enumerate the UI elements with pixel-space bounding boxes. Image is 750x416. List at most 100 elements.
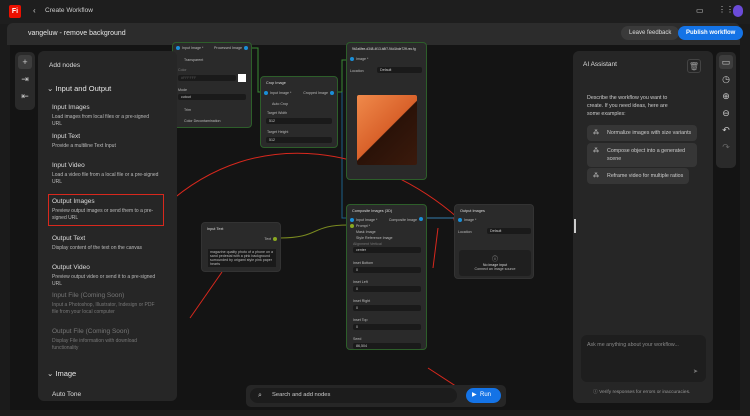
node-title: Input Text [207,227,224,231]
location-select[interactable]: Default [377,67,422,73]
section-label: Image [55,369,77,378]
input-port-label: Input Image * [182,46,204,50]
remove-background-node[interactable]: Input Image * Processed Image Transparen… [172,42,252,128]
trim-radio[interactable]: Trim [184,108,191,112]
avatar[interactable] [733,5,743,17]
mode-select[interactable]: cutout [178,94,246,100]
location-select[interactable]: Default [487,228,531,234]
back-chevron-icon[interactable]: ‹ [33,6,36,15]
verify-text: Verify responses for errors or inaccurac… [599,390,691,395]
redo-icon[interactable]: ↷ [719,140,733,154]
zoom-in-icon[interactable]: ⊕ [719,89,733,103]
node-input-images[interactable]: Input Images Load images from local files… [52,104,160,128]
node-input-video[interactable]: Input Video Load a video file from a loca… [52,162,160,186]
input-port-label: Input Image * [270,91,292,95]
transparent-checkbox[interactable]: Transparent [184,58,203,62]
preview-image [357,95,417,165]
example-chip[interactable]: ⁂ Compose object into a generated scene [587,143,697,167]
search-nodes-input[interactable]: ⌕ Search and add nodes [250,388,457,403]
location-label: Location [458,230,472,234]
item-desc: Preview output video or send it to a pre… [52,274,156,287]
right-toolbar: ▭ ◷ ⊕ ⊖ ↶ ↷ [716,52,736,168]
input-port-label: Image * [356,57,369,61]
item-title: Input Video [52,162,85,169]
width-field[interactable]: 512 [266,118,332,124]
seed-field[interactable]: 86,504 [353,343,421,349]
history-icon[interactable]: ◷ [719,72,733,86]
inset-top-label: Inset Top [353,318,368,322]
style-port-label: Style Reference Image [356,236,393,240]
run-label: Run [480,392,492,398]
inset-bottom-label: Inset Bottom [353,261,374,265]
section-image[interactable]: ⌄ Image [47,369,76,378]
add-nodes-panel: Add nodes ⌄ Input and Output Input Image… [38,51,177,401]
item-title: Auto Tone [52,391,82,398]
leave-feedback-button[interactable]: Leave feedback [621,26,680,40]
inset-top-field[interactable]: 0 [353,324,421,330]
item-desc: Provide a multiline Text Input [52,143,116,149]
trash-icon[interactable]: 🗑 [687,59,701,73]
left-toolbar: + ⇥ ⇤ [15,52,35,110]
apps-grid-icon[interactable]: ⋮⋮ [718,5,734,14]
sparkle-icon: ⁂ [593,130,599,136]
chip-label: Compose object into a generated scene [607,148,686,162]
assistant-description: Describe the workflow you want to create… [587,95,668,117]
crop-image-node[interactable]: Crop Image Input Image * Cropped Image A… [260,76,338,148]
export-icon[interactable]: ⇤ [18,89,32,103]
image-preview-node[interactable]: 9b2a6fee-d348-4f13-b8f7-94d1bde72ff-rec.… [346,42,427,180]
node-input-text[interactable]: Input Text Provide a multiline Text Input [52,133,160,150]
verify-note: ⓘ Verify responses for errors or inaccur… [593,390,691,395]
empty-state: ⓘ No image input Connect an image source [459,250,531,276]
item-desc: Load images from local files or a pre-si… [52,114,149,127]
inset-bottom-field[interactable]: 0 [353,267,421,273]
node-output-text[interactable]: Output Text Display content of the text o… [52,235,160,252]
app-logo[interactable]: Fi [9,5,21,18]
item-title: Input Text [52,133,81,140]
resize-handle[interactable] [574,219,576,233]
feedback-icon[interactable]: ▭ [696,6,704,15]
assistant-input[interactable]: Ask me anything about your workflow... ➤ [581,335,706,382]
add-node-icon[interactable]: + [18,55,32,69]
node-auto-tone[interactable]: Auto Tone [52,391,160,398]
search-placeholder: Search and add nodes [272,392,331,398]
node-title: Output Images [460,209,485,213]
color-field[interactable]: #FFFFFF [178,75,236,81]
color-swatch[interactable] [238,74,246,82]
import-icon[interactable]: ⇥ [18,72,32,86]
example-chip[interactable]: ⁂ Normalize images with size variants [587,125,698,141]
run-button[interactable]: ▶ Run [466,388,501,403]
composite-images-node[interactable]: Composite Images (3D) Input Image * Comp… [346,204,427,350]
publish-workflow-button[interactable]: Publish workflow [678,26,744,40]
zoom-out-icon[interactable]: ⊖ [719,106,733,120]
input-port-label: Image * [464,218,477,222]
workflow-name[interactable]: vangeluw - remove background [28,30,126,37]
color-label: Color [178,68,187,72]
ai-assistant-panel: AI Assistant 🗑 Describe the workflow you… [573,51,713,403]
assistant-icon[interactable]: ▭ [719,55,733,69]
alignment-select[interactable]: center [353,247,421,253]
node-output-video[interactable]: Output Video Preview output video or send… [52,264,160,288]
item-title: Output Video [52,264,90,271]
auto-crop-checkbox[interactable]: Auto Crop [272,102,288,106]
example-chip[interactable]: ⁂ Reframe video for multiple ratios [587,168,690,184]
input-text-node[interactable]: Input Text Text magazine quality photo o… [201,222,281,272]
mode-label: Mode [178,88,187,92]
send-icon[interactable]: ➤ [693,368,698,375]
output-images-node[interactable]: Output Images Image * Location Default ⓘ… [454,204,534,279]
inset-left-field[interactable]: 0 [353,286,421,292]
item-title: Output Text [52,235,86,242]
text-input-area[interactable]: magazine quality photo of a phone on a s… [208,249,276,267]
node-output-images[interactable]: Output Images Preview output images or se… [48,194,164,226]
input-placeholder: Ask me anything about your workflow... [587,342,679,348]
inset-right-field[interactable]: 0 [353,305,421,311]
section-input-output[interactable]: ⌄ Input and Output [47,84,111,93]
output-port-label: Text [264,237,271,241]
undo-icon[interactable]: ↶ [719,123,733,137]
color-decontamination-checkbox[interactable]: Color Decontamination [184,119,221,123]
empty-subtitle: Connect an image source [474,267,516,271]
info-icon: ⓘ [491,257,498,263]
node-output-file: Output File (Coming Soon) Display File in… [52,328,160,352]
height-field[interactable]: 512 [266,137,332,143]
prompt-port-label: Prompt * [356,224,370,228]
output-port-label: Cropped Image [303,91,328,95]
